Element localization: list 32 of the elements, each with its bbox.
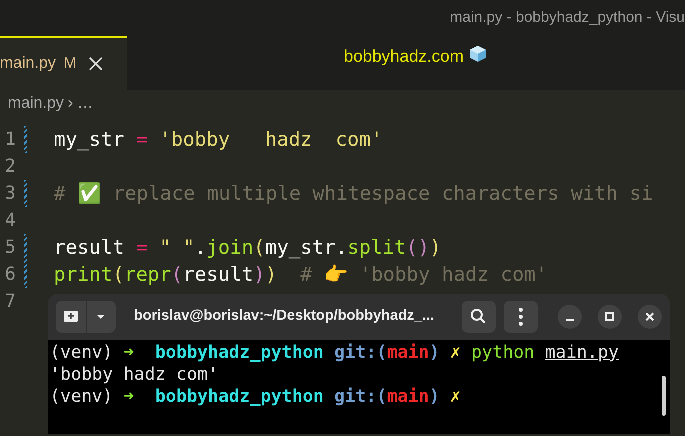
close-icon[interactable]: [88, 57, 103, 71]
code-line: print(repr(result)) # 👉 'bobby hadz com': [54, 262, 548, 288]
code-line: my_str = 'bobby hadz com': [54, 126, 383, 153]
scrollbar-thumb[interactable]: [662, 376, 666, 416]
search-icon[interactable]: [462, 301, 496, 333]
new-tab-button[interactable]: [56, 301, 116, 333]
tab-label: main.py: [0, 54, 56, 74]
terminal-line: 'bobby hadz com': [50, 364, 219, 386]
breadcrumb-file[interactable]: main.py: [8, 92, 64, 116]
window-title: main.py - bobbyhadz_python - Visu: [450, 8, 685, 28]
breadcrumb-more[interactable]: …: [77, 92, 94, 116]
code-line: result = " ".join(my_str.split()): [54, 234, 442, 261]
banner-text: bobbyhadz.com: [344, 46, 464, 68]
line-number: 2: [4, 155, 16, 179]
breadcrumb-separator: ›: [68, 94, 74, 114]
terminal-line: (venv) ➜ bobbyhadz_python git:(main) ✗: [50, 386, 461, 408]
terminal-title: borislav@borislav:~/Desktop/bobbyhadz_...: [134, 307, 435, 326]
line-number: 5: [4, 236, 16, 260]
modified-indicator-text: M: [64, 54, 77, 74]
line-number: 7: [4, 290, 16, 314]
close-icon[interactable]: [638, 305, 662, 329]
menu-icon[interactable]: [504, 301, 538, 333]
editor-tab[interactable]: main.py M: [0, 36, 127, 90]
cube-icon: [468, 44, 488, 64]
minimize-icon[interactable]: [558, 305, 582, 329]
line-number: 4: [4, 209, 16, 233]
code-line: # ✅ replace multiple whitespace characters with si: [54, 180, 654, 207]
line-number: 3: [4, 182, 16, 206]
line-number: 6: [4, 263, 16, 287]
terminal-line: (venv) ➜ bobbyhadz_python git:(main) ✗ python main.py: [50, 342, 620, 364]
line-number: 1: [4, 128, 16, 152]
maximize-icon[interactable]: [598, 305, 622, 329]
